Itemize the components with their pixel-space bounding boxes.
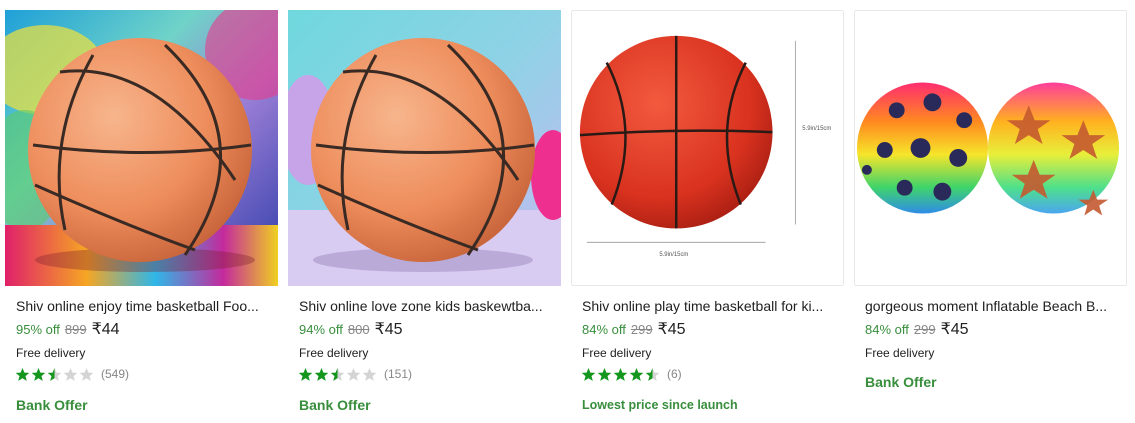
discount-label: 84% off xyxy=(865,322,909,337)
product-title[interactable]: Shiv online love zone kids baskewtba... xyxy=(299,297,557,315)
delivery-label: Free delivery xyxy=(865,346,935,360)
product-title[interactable]: gorgeous moment Inflatable Beach B... xyxy=(865,297,1123,315)
discount-label: 84% off xyxy=(582,322,626,337)
selling-price: ₹45 xyxy=(657,321,686,338)
star-filled-icon xyxy=(597,367,612,381)
review-count: (6) xyxy=(667,367,682,381)
rating-row: (6) xyxy=(581,366,682,382)
product-card[interactable]: Shiv online love zone kids baskewtba... … xyxy=(283,0,566,423)
delivery-label: Free delivery xyxy=(16,346,86,360)
original-price: 299 xyxy=(630,322,653,337)
star-empty-icon xyxy=(63,367,78,381)
star-filled-icon xyxy=(629,367,644,381)
star-rating xyxy=(15,367,94,382)
product-image[interactable]: 5.9in/15cm 5.9in/15cm xyxy=(571,10,844,286)
star-filled-icon xyxy=(298,367,313,381)
product-card[interactable]: 5.9in/15cm 5.9in/15cm Shiv online play t… xyxy=(566,0,849,423)
review-count: (549) xyxy=(101,367,130,381)
original-price: 299 xyxy=(913,322,936,337)
selling-price: ₹44 xyxy=(91,321,120,338)
red-basketball-with-dimensions-icon: 5.9in/15cm 5.9in/15cm xyxy=(572,11,843,285)
bank-offer-label: Bank Offer xyxy=(16,397,88,413)
selling-price: ₹45 xyxy=(374,321,403,338)
delivery-label: Free delivery xyxy=(299,346,369,360)
product-grid: Shiv online enjoy time basketball Foo...… xyxy=(0,0,1135,423)
star-empty-icon xyxy=(362,367,377,381)
basketball-on-pastel-background-icon xyxy=(288,10,561,286)
product-card[interactable]: gorgeous moment Inflatable Beach B... 84… xyxy=(849,0,1132,423)
rating-row: (151) xyxy=(298,366,412,382)
discount-label: 94% off xyxy=(299,322,343,337)
rainbow-beach-balls-icon xyxy=(855,11,1126,285)
discount-label: 95% off xyxy=(16,322,60,337)
star-rating xyxy=(298,367,377,382)
price-row: 84% off 299 ₹45 xyxy=(865,319,969,339)
product-image[interactable] xyxy=(5,10,278,286)
original-price: 800 xyxy=(347,322,370,337)
product-title[interactable]: Shiv online enjoy time basketball Foo... xyxy=(16,297,274,315)
star-half-icon xyxy=(330,367,345,381)
product-title[interactable]: Shiv online play time basketball for ki.… xyxy=(582,297,840,315)
price-row: 95% off 899 ₹44 xyxy=(16,319,120,339)
bank-offer-label: Bank Offer xyxy=(865,374,937,390)
lowest-price-label: Lowest price since launch xyxy=(582,398,738,412)
star-rating xyxy=(581,367,660,382)
basketball-on-colorful-paint-icon xyxy=(5,10,278,286)
star-filled-icon xyxy=(314,367,329,381)
star-empty-icon xyxy=(346,367,361,381)
star-half-icon xyxy=(645,367,660,381)
price-row: 94% off 800 ₹45 xyxy=(299,319,403,339)
bank-offer-label: Bank Offer xyxy=(299,397,371,413)
star-filled-icon xyxy=(31,367,46,381)
review-count: (151) xyxy=(384,367,413,381)
product-card[interactable]: Shiv online enjoy time basketball Foo...… xyxy=(0,0,283,423)
product-image[interactable] xyxy=(288,10,561,286)
delivery-label: Free delivery xyxy=(582,346,652,360)
product-image[interactable] xyxy=(854,10,1127,286)
height-dimension-label: 5.9in/15cm xyxy=(802,126,831,132)
original-price: 899 xyxy=(64,322,87,337)
rating-row: (549) xyxy=(15,366,129,382)
star-empty-icon xyxy=(79,367,94,381)
selling-price: ₹45 xyxy=(940,321,969,338)
star-filled-icon xyxy=(15,367,30,381)
price-row: 84% off 299 ₹45 xyxy=(582,319,686,339)
star-half-icon xyxy=(47,367,62,381)
star-filled-icon xyxy=(613,367,628,381)
width-dimension-label: 5.9in/15cm xyxy=(659,252,688,258)
star-filled-icon xyxy=(581,367,596,381)
